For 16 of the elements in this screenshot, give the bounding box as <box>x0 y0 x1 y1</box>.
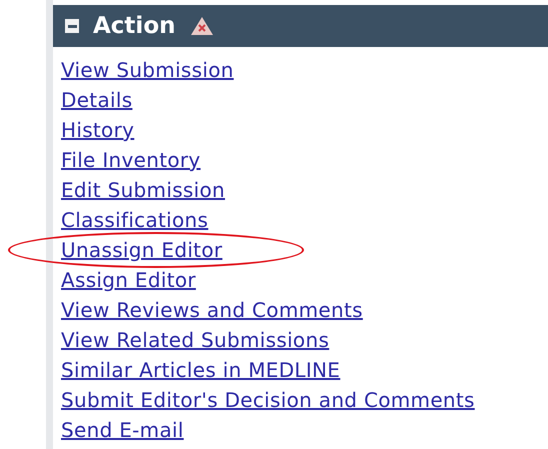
action-link[interactable]: Submit Editor's Decision and Comments <box>61 388 475 412</box>
action-link[interactable]: Edit Submission <box>61 178 226 202</box>
action-link[interactable]: Send E-mail <box>61 418 184 442</box>
action-link[interactable]: Classifications <box>61 208 208 232</box>
action-link[interactable]: File Inventory <box>61 148 201 172</box>
action-link[interactable]: History <box>61 118 134 142</box>
action-link[interactable]: Unassign Editor <box>61 238 222 262</box>
collapse-icon[interactable] <box>65 19 79 33</box>
action-link[interactable]: Details <box>61 88 132 112</box>
action-link[interactable]: View Reviews and Comments <box>61 298 363 322</box>
action-link[interactable]: View Related Submissions <box>61 328 330 352</box>
action-link[interactable]: View Submission <box>61 58 234 82</box>
action-link[interactable]: Assign Editor <box>61 268 196 292</box>
warning-icon <box>190 16 214 36</box>
panel-title: Action <box>93 13 176 39</box>
action-link[interactable]: Similar Articles in MEDLINE <box>61 358 340 382</box>
